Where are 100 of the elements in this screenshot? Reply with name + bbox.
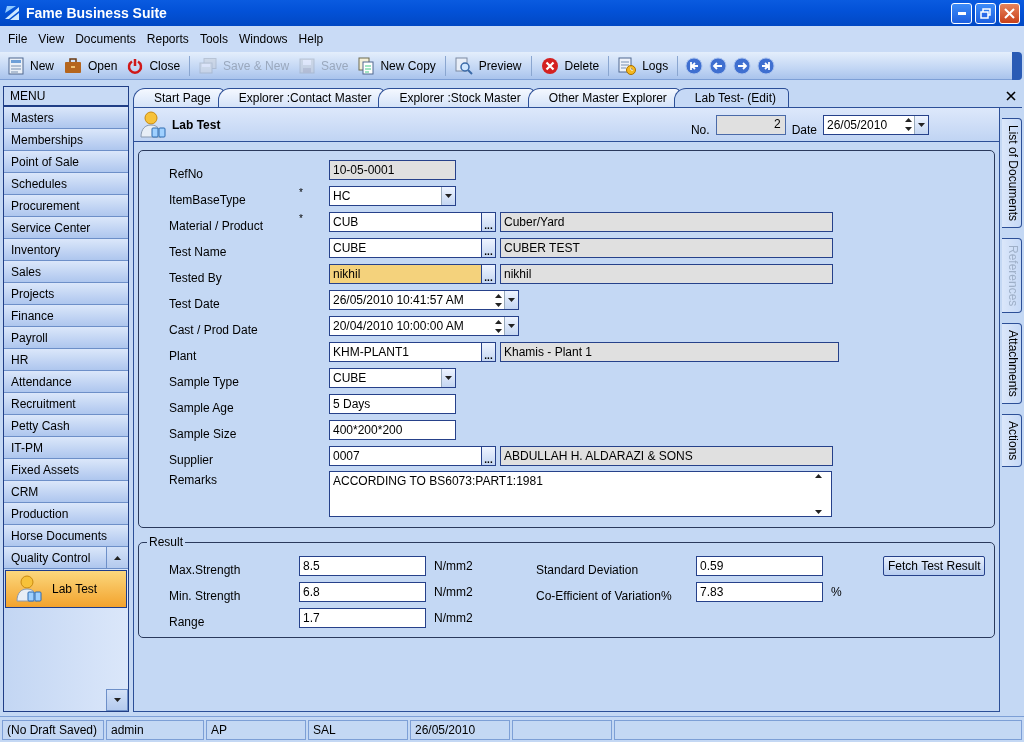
- last-button[interactable]: [757, 56, 776, 75]
- menu-item[interactable]: File: [4, 32, 35, 46]
- tab[interactable]: Explorer :Stock Master: [378, 88, 534, 107]
- dropdown[interactable]: HC: [329, 186, 456, 206]
- side-tab[interactable]: Attachments: [1002, 323, 1022, 405]
- restore-button[interactable]: [975, 2, 996, 24]
- up-arrow-icon: [494, 293, 502, 298]
- down-arrow-icon: [815, 510, 822, 514]
- first-button[interactable]: [685, 56, 704, 75]
- close-tab-button[interactable]: [1004, 89, 1018, 103]
- toolbar-button[interactable]: Preview: [450, 54, 526, 77]
- datetime-field[interactable]: 20/04/2010 10:00:00 AM: [329, 316, 519, 336]
- browse-button[interactable]: ...: [482, 342, 496, 362]
- sidebar-item[interactable]: Masters: [4, 107, 128, 129]
- text-area[interactable]: ACCORDING TO BS6073:PART1:1981: [329, 471, 832, 517]
- sidebar-item[interactable]: Quality Control: [4, 547, 106, 568]
- readonly-field: ABDULLAH H. ALDARAZI & SONS: [500, 446, 833, 466]
- input-field[interactable]: nikhil: [329, 264, 482, 284]
- scroll-down-button[interactable]: [106, 689, 128, 711]
- back-button[interactable]: [709, 56, 728, 75]
- up-arrow-icon: [114, 555, 121, 560]
- sidebar-item[interactable]: Sales: [4, 261, 128, 283]
- input-field[interactable]: CUBE: [329, 238, 482, 258]
- sidebar-item[interactable]: IT-PM: [4, 437, 128, 459]
- sidebar-item[interactable]: Schedules: [4, 173, 128, 195]
- dropdown[interactable]: CUBE: [329, 368, 456, 388]
- toolbar-button[interactable]: Close: [123, 55, 185, 76]
- tab[interactable]: Explorer :Contact Master: [217, 88, 385, 107]
- input-field[interactable]: 5 Days: [329, 394, 456, 414]
- sidebar-item[interactable]: Recruitment: [4, 393, 128, 415]
- log-icon: [618, 56, 637, 75]
- date-field[interactable]: 26/05/2010: [823, 114, 929, 135]
- unit-label: N/mm2: [433, 559, 474, 573]
- sidebar-item[interactable]: Payroll: [4, 327, 128, 349]
- browse-button[interactable]: ...: [482, 446, 496, 466]
- input-field[interactable]: 0007: [329, 446, 482, 466]
- sidebar-item[interactable]: Inventory: [4, 239, 128, 261]
- sidebar-item[interactable]: Point of Sale: [4, 151, 128, 173]
- toolbar-button[interactable]: New: [4, 54, 58, 77]
- input-field[interactable]: 0.59: [696, 556, 823, 576]
- fetch-button[interactable]: Fetch Test Result: [883, 556, 986, 576]
- datetime-field[interactable]: 26/05/2010 10:41:57 AM: [329, 290, 519, 310]
- copy-icon: [358, 56, 375, 75]
- sidebar-item[interactable]: Finance: [4, 305, 128, 327]
- readonly-field: 10-05-0001: [329, 160, 456, 180]
- input-field[interactable]: 400*200*200: [329, 420, 456, 440]
- collapse-button[interactable]: [106, 547, 128, 568]
- tab[interactable]: Start Page: [133, 88, 224, 107]
- field-label: Tested By: [169, 271, 223, 287]
- sidebar-item[interactable]: Attendance: [4, 371, 128, 393]
- menu-item[interactable]: Windows: [234, 32, 295, 46]
- menu-item[interactable]: View: [34, 32, 72, 46]
- sidebar-item[interactable]: Service Center: [4, 217, 128, 239]
- unit-label: N/mm2: [433, 611, 474, 625]
- menu-item[interactable]: Reports: [142, 32, 196, 46]
- toolbar-button[interactable]: New Copy: [354, 54, 440, 77]
- menu-item[interactable]: Help: [294, 32, 331, 46]
- sidebar-item[interactable]: Procurement: [4, 195, 128, 217]
- input-field[interactable]: 6.8: [299, 582, 426, 602]
- input-field[interactable]: CUB: [329, 212, 482, 232]
- close-button[interactable]: [999, 2, 1020, 24]
- sidebar-subitem[interactable]: Lab Test: [5, 570, 127, 608]
- toolbar-button[interactable]: Open: [60, 55, 122, 76]
- input-field[interactable]: KHM-PLANT1: [329, 342, 482, 362]
- sidebar-item[interactable]: Memberships: [4, 129, 128, 151]
- minimize-button[interactable]: [951, 2, 972, 24]
- sidebar-item[interactable]: Petty Cash: [4, 415, 128, 437]
- minimize-icon: [957, 11, 966, 15]
- down-arrow-icon: [445, 194, 452, 198]
- toolbar-button[interactable]: Delete: [536, 54, 604, 77]
- tab[interactable]: Lab Test- (Edit): [673, 88, 789, 107]
- toolbar-button[interactable]: Logs: [614, 54, 673, 77]
- browse-button[interactable]: ...: [482, 212, 496, 232]
- tab[interactable]: Other Master Explorer: [527, 88, 680, 107]
- field-label: Range: [169, 615, 206, 631]
- input-field[interactable]: 7.83: [696, 582, 823, 602]
- browse-button[interactable]: ...: [482, 238, 496, 258]
- input-field[interactable]: 1.7: [299, 608, 426, 628]
- side-tab[interactable]: Actions: [1002, 414, 1022, 468]
- field-label: Sample Size: [169, 427, 238, 443]
- field-label: RefNo: [169, 167, 204, 183]
- sidebar-item[interactable]: HR: [4, 349, 128, 371]
- menu-item[interactable]: Tools: [195, 32, 235, 46]
- group-title: Result: [147, 535, 185, 549]
- sidebar-item[interactable]: Horse Documents: [4, 525, 128, 547]
- sidebar-item[interactable]: Projects: [4, 283, 128, 305]
- floppy-disks-icon: [199, 57, 218, 74]
- up-arrow-icon: [494, 319, 502, 324]
- sidebar-item[interactable]: Production: [4, 503, 128, 525]
- delete-icon: [540, 56, 559, 75]
- sidebar-item[interactable]: CRM: [4, 481, 128, 503]
- sidebar-item[interactable]: Fixed Assets: [4, 459, 128, 481]
- input-field[interactable]: 8.5: [299, 556, 426, 576]
- menu-item[interactable]: Documents: [71, 32, 143, 46]
- side-tab[interactable]: List of Documents: [1002, 118, 1022, 229]
- browse-button[interactable]: ...: [482, 264, 496, 284]
- forward-button[interactable]: [733, 56, 752, 75]
- app-logo-icon: [4, 5, 20, 21]
- floppy-icon: [299, 57, 316, 74]
- unit-label: N/mm2: [433, 585, 474, 599]
